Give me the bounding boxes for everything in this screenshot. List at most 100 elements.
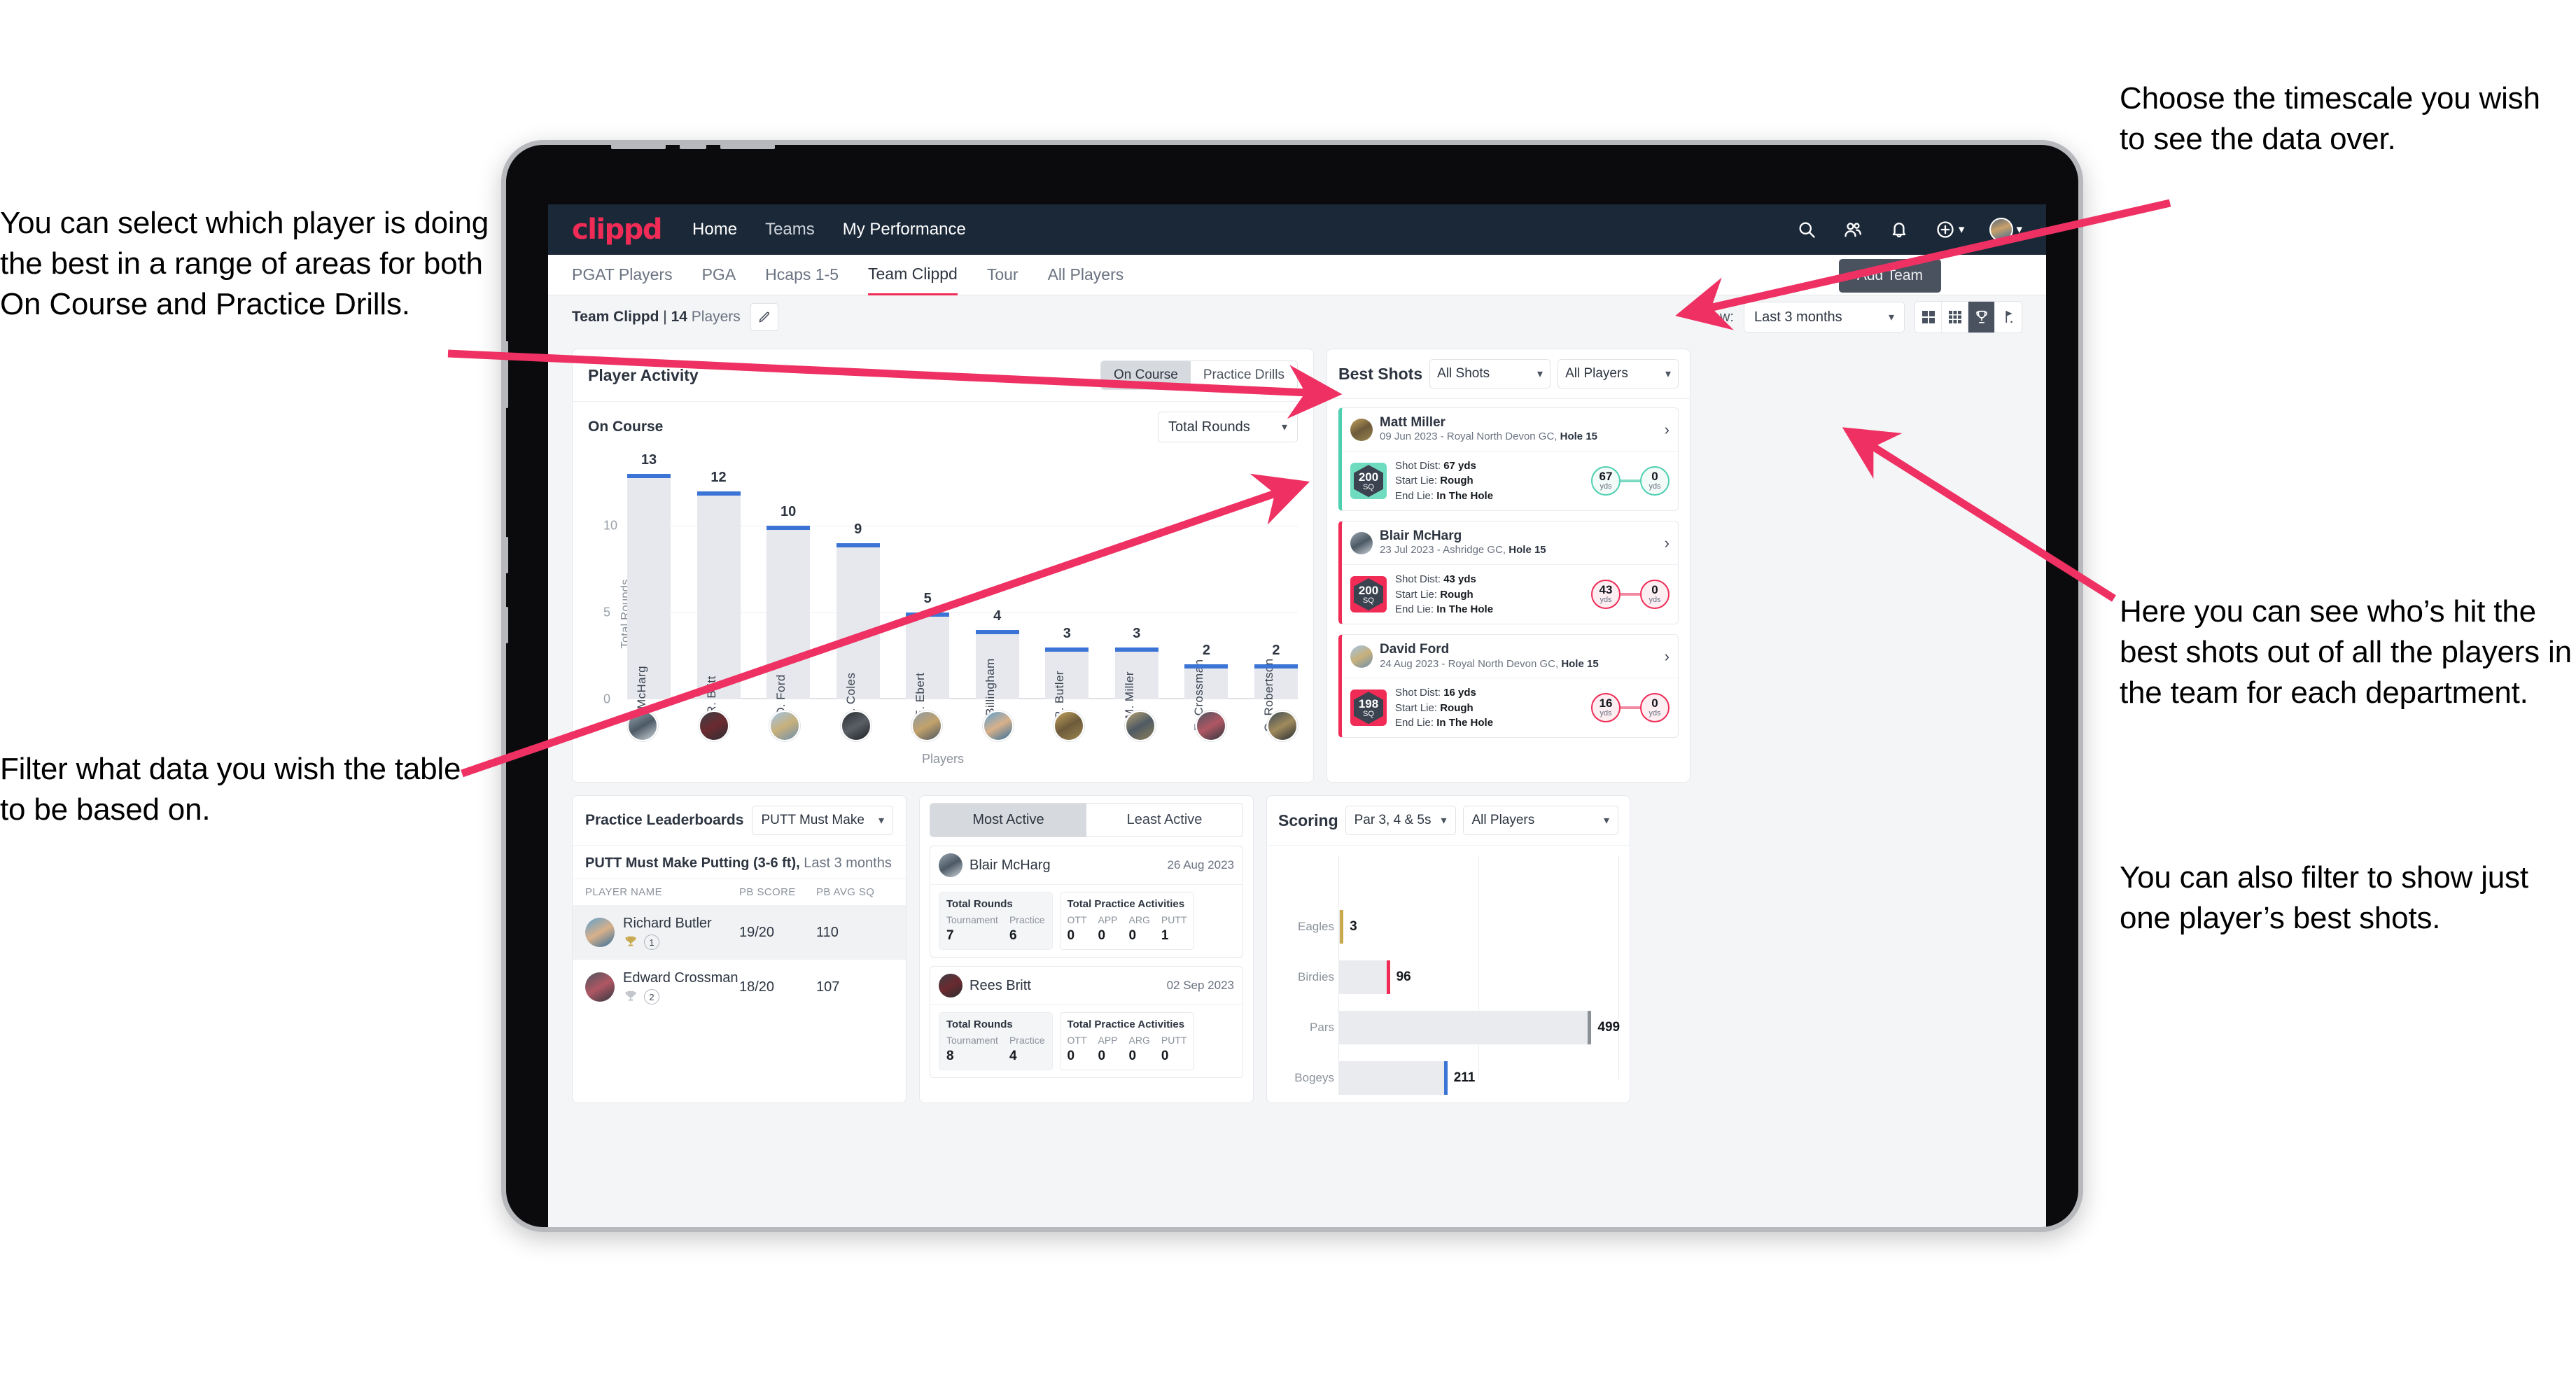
distance-from-value: 43: [1599, 583, 1613, 597]
distance-from-unit: yds: [1600, 709, 1612, 718]
table-row[interactable]: Edward Crossman 2 18/20 107: [573, 960, 906, 1014]
chart-player-avatar[interactable]: [1266, 710, 1298, 741]
tab-pgat-players[interactable]: PGAT Players: [572, 255, 673, 295]
chart-player-avatar[interactable]: [840, 710, 872, 741]
nav-link-home[interactable]: Home: [692, 220, 737, 239]
stat-value: 0: [1098, 928, 1106, 943]
chart-player-avatar[interactable]: [982, 710, 1014, 741]
activity-card[interactable]: Rees Britt 02 Sep 2023 Total Rounds Tournam…: [930, 966, 1243, 1078]
search-icon[interactable]: [1796, 219, 1817, 240]
chart-player-avatar[interactable]: [627, 710, 658, 741]
tab-hcaps-1-5[interactable]: Hcaps 1-5: [765, 255, 839, 295]
leaderboard-player-name: Edward Crossman: [623, 970, 738, 986]
metric-select[interactable]: Total Rounds ▾: [1158, 412, 1298, 442]
add-menu[interactable]: ▾: [1935, 219, 1964, 240]
table-row[interactable]: Richard Butler 1 19/20 110: [573, 905, 906, 960]
chart-player-avatar[interactable]: [1054, 710, 1085, 741]
chart-bar[interactable]: E. Ebert: [906, 612, 950, 718]
user-menu[interactable]: ▾: [1989, 218, 2022, 241]
chart-bar[interactable]: R. Butler: [1045, 647, 1089, 720]
view-toggle-grid-4[interactable]: [1915, 302, 1942, 332]
start-lie-value: Rough: [1440, 701, 1474, 714]
best-shot-card[interactable]: Matt Miller 09 Jun 2023 - Royal North Dev…: [1338, 407, 1679, 512]
chart-bar-column[interactable]: R. Britt 12: [696, 456, 741, 715]
practice-leaderboards-columns: PLAYER NAME PB SCORE PB AVG SQ: [573, 879, 906, 905]
chart-bar[interactable]: D. Ford: [766, 526, 811, 716]
scoring-header: Scoring Par 3, 4 & 5s ▾ All Players ▾: [1267, 796, 1630, 846]
view-toggle-golf-flag[interactable]: [1995, 302, 2022, 332]
chart-bar[interactable]: E. Crossman: [1184, 659, 1228, 731]
scoring-player-filter[interactable]: All Players ▾: [1462, 806, 1618, 835]
tab-team-clippd[interactable]: Team Clippd: [868, 255, 958, 295]
scoring-par-filter[interactable]: Par 3, 4 & 5s ▾: [1345, 806, 1456, 835]
chart-bar-column[interactable]: M. Miller 3: [1114, 456, 1158, 719]
chart-bar-column[interactable]: R. Butler 3: [1045, 456, 1089, 720]
chart-player-avatar[interactable]: [698, 710, 729, 741]
tab-least-active[interactable]: Least Active: [1086, 804, 1242, 836]
pb-avg-sq-value: 107: [816, 979, 840, 995]
tab-all-players[interactable]: All Players: [1048, 255, 1124, 295]
tab-pga[interactable]: PGA: [702, 255, 736, 295]
chart-bar[interactable]: D. Billingham: [975, 629, 1019, 732]
chart-bar[interactable]: R. Britt: [696, 491, 741, 715]
distance-connector: [1620, 706, 1640, 710]
scoring-bar[interactable]: [1338, 1061, 1444, 1095]
people-icon[interactable]: [1842, 219, 1863, 240]
add-team-button[interactable]: Add Team: [1838, 259, 1941, 293]
edit-team-button[interactable]: [750, 303, 778, 331]
nav-link-teams[interactable]: Teams: [765, 220, 815, 239]
chevron-right-icon[interactable]: ›: [1665, 648, 1670, 666]
tablet-device: clippd Home Teams My Performance ▾ ▾ PGA…: [501, 140, 2083, 1232]
chart-bar[interactable]: C. Robertson: [1254, 659, 1298, 732]
chart-bar-column[interactable]: J. Coles 9: [836, 456, 880, 718]
chart-bar-label: R. Britt: [704, 676, 718, 715]
scoring-bar[interactable]: [1338, 1011, 1588, 1044]
activity-card[interactable]: Blair McHarg 26 Aug 2023 Total Rounds Tourn…: [930, 846, 1243, 958]
view-toggle-grid-9[interactable]: [1942, 302, 1968, 332]
segment-on-course[interactable]: On Course: [1101, 361, 1191, 389]
avatar[interactable]: [1989, 218, 2014, 241]
chart-bar[interactable]: B. McHarg: [627, 473, 671, 724]
chart-bar[interactable]: M. Miller: [1114, 647, 1158, 719]
chart-bar-column[interactable]: E. Crossman 2: [1184, 456, 1228, 731]
scoring-chart: Eagles 3 Birdies 96 Pars 499 Bogeys 211: [1278, 855, 1620, 1095]
chart-bar-column[interactable]: C. Robertson 2: [1254, 456, 1298, 732]
chart-bar[interactable]: J. Coles: [836, 542, 880, 718]
chart-bar-column[interactable]: B. McHarg 13: [627, 452, 671, 724]
chart-bar-column[interactable]: D. Billingham 4: [975, 456, 1019, 732]
scoring-bar[interactable]: [1338, 960, 1387, 994]
best-shots-player-filter[interactable]: All Players ▾: [1558, 359, 1679, 388]
chart-y-tick: 0: [603, 692, 611, 706]
segment-practice-drills[interactable]: Practice Drills: [1191, 361, 1297, 389]
chart-player-avatar[interactable]: [1124, 710, 1156, 741]
plus-circle-icon[interactable]: [1935, 219, 1956, 240]
chart-bar-column[interactable]: E. Ebert 5: [906, 456, 950, 718]
best-shot-card[interactable]: Blair McHarg 23 Jul 2023 - Ashridge GC, H…: [1338, 521, 1679, 625]
distance-to-value: 0: [1651, 470, 1658, 483]
chart-player-avatar[interactable]: [769, 710, 801, 741]
scoring-bar-value: 499: [1597, 1020, 1620, 1035]
tab-tour[interactable]: Tour: [987, 255, 1018, 295]
chart-player-avatar[interactable]: [1196, 710, 1227, 741]
distance-to-unit: yds: [1648, 709, 1661, 718]
drill-select[interactable]: PUTT Must Make Putting ... ▾: [752, 806, 893, 835]
scoring-bar-cap: [1340, 910, 1344, 944]
best-shots-shot-filter[interactable]: All Shots ▾: [1429, 359, 1551, 388]
timescale-select[interactable]: Last 3 months ▾: [1744, 302, 1905, 332]
nav-link-my-performance[interactable]: My Performance: [843, 220, 966, 239]
best-shot-meta: 09 Jun 2023 - Royal North Devon GC, Hole…: [1380, 430, 1597, 444]
bell-icon[interactable]: [1889, 219, 1910, 240]
chevron-right-icon[interactable]: ›: [1665, 534, 1670, 552]
clippd-logo[interactable]: clippd: [572, 214, 663, 246]
sub-header-right: Show: Last 3 months ▾: [1695, 301, 2022, 333]
chart-bar-column[interactable]: D. Ford 10: [766, 456, 811, 716]
stat-value: 8: [946, 1049, 954, 1063]
tab-most-active[interactable]: Most Active: [930, 804, 1086, 836]
chevron-right-icon[interactable]: ›: [1665, 421, 1670, 439]
view-toggle-trophy[interactable]: [1968, 302, 1995, 332]
chevron-down-icon-user: ▾: [2016, 223, 2022, 236]
chart-player-avatar[interactable]: [911, 710, 943, 741]
best-shot-card[interactable]: David Ford 24 Aug 2023 - Royal North Devo…: [1338, 634, 1679, 738]
column-pb-avg-sq: PB AVG SQ: [816, 886, 875, 898]
player-activity-subbar: On Course Total Rounds ▾: [573, 402, 1313, 445]
